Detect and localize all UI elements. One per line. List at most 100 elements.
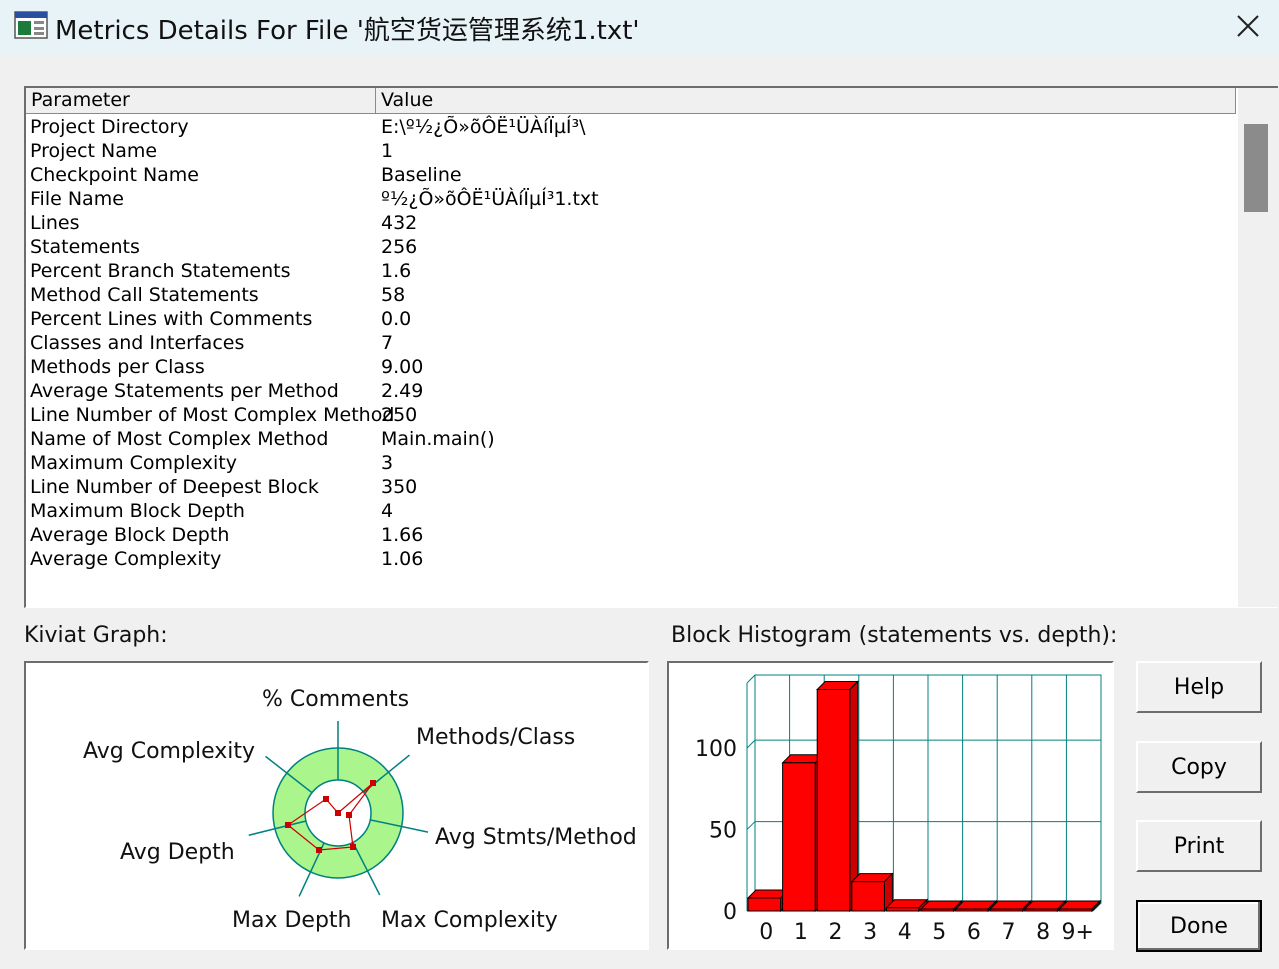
- kiviat-point: [370, 780, 376, 786]
- kiviat-point: [335, 810, 341, 816]
- parameter-cell: Name of Most Complex Method: [30, 428, 329, 450]
- table-row[interactable]: Project Directory E:\º½¿Õ»õÔË¹ÜÀíÏµÍ³\: [26, 115, 1236, 139]
- print-button[interactable]: Print: [1136, 820, 1262, 872]
- parameter-cell: Average Statements per Method: [30, 380, 339, 402]
- kiviat-axis-label: Max Depth: [232, 908, 352, 933]
- histogram-x-tick: 9+: [1061, 920, 1093, 945]
- table-rows: Project Directory E:\º½¿Õ»õÔË¹ÜÀíÏµÍ³\ Pro…: [26, 115, 1236, 571]
- value-cell: 58: [381, 284, 406, 306]
- table-row[interactable]: Line Number of Most Complex Method 250: [26, 403, 1236, 427]
- parameter-cell: Classes and Interfaces: [30, 332, 245, 354]
- histogram-axis-corner: [746, 674, 756, 684]
- value-cell: 1.06: [381, 548, 424, 570]
- histogram-bar: [1024, 908, 1058, 912]
- parameter-cell: Project Name: [30, 140, 158, 162]
- histogram-y-tick: 100: [695, 737, 737, 762]
- histogram-x-tick: 1: [794, 920, 808, 945]
- kiviat-axis-label: Avg Stmts/Method: [435, 825, 637, 850]
- column-header-parameter[interactable]: Parameter: [26, 88, 376, 114]
- kiviat-point: [316, 847, 322, 853]
- histogram-bar: [989, 908, 1024, 912]
- window-title: Metrics Details For File '航空货运管理系统1.txt': [55, 16, 640, 46]
- kiviat-label: Kiviat Graph:: [24, 623, 168, 648]
- table-header: Parameter Value: [26, 88, 1236, 114]
- table-row[interactable]: Average Block Depth 1.66: [26, 523, 1236, 547]
- value-cell: E:\º½¿Õ»õÔË¹ÜÀíÏµÍ³\: [381, 116, 586, 138]
- kiviat-point: [346, 812, 352, 818]
- parameter-cell: Percent Branch Statements: [30, 260, 291, 282]
- table-row[interactable]: Method Call Statements 58: [26, 283, 1236, 307]
- table-row[interactable]: Line Number of Deepest Block 350: [26, 475, 1236, 499]
- histogram-bar: [782, 762, 816, 912]
- parameter-cell: Line Number of Deepest Block: [30, 476, 319, 498]
- histogram-bar: [955, 908, 989, 912]
- vertical-scrollbar[interactable]: [1238, 88, 1278, 607]
- value-cell: 1: [381, 140, 394, 162]
- parameter-cell: Line Number of Most Complex Method: [30, 404, 395, 426]
- parameter-cell: Maximum Complexity: [30, 452, 237, 474]
- value-cell: º½¿Õ»õÔË¹ÜÀíÏµÍ³1.txt: [381, 188, 599, 210]
- histogram-bar: [747, 897, 782, 912]
- value-cell: Baseline: [381, 164, 462, 186]
- kiviat-point: [323, 796, 329, 802]
- kiviat-axis-label: Max Complexity: [381, 908, 558, 933]
- kiviat-chart: % Comments Methods/Class Avg Stmts/Method M…: [83, 687, 637, 933]
- parameter-cell: Statements: [30, 236, 140, 258]
- histogram-x-tick: 6: [967, 920, 981, 945]
- histogram-bar: [816, 689, 851, 912]
- table-row[interactable]: Maximum Complexity 3: [26, 451, 1236, 475]
- table-row[interactable]: Lines 432: [26, 211, 1236, 235]
- histogram-gridline-side: [746, 821, 756, 830]
- parameter-cell: Project Directory: [30, 116, 189, 138]
- histogram-y-tick: 0: [723, 900, 737, 925]
- value-cell: 1.6: [381, 260, 412, 282]
- value-cell: 7: [381, 332, 394, 354]
- close-icon: [1237, 15, 1259, 37]
- parameter-cell: Percent Lines with Comments: [30, 308, 313, 330]
- parameter-cell: Average Complexity: [30, 548, 222, 570]
- block-histogram: 0 1 2 3 4 5 6 7 8 9+ 0 50 100: [667, 661, 1114, 950]
- histogram-x-tick: 3: [863, 920, 877, 945]
- table-row[interactable]: Maximum Block Depth 4: [26, 499, 1236, 523]
- value-cell: 250: [381, 404, 418, 426]
- metrics-table: Parameter Value Project Directory E:\º½¿Õ…: [24, 86, 1278, 608]
- histogram-x-tick: 5: [932, 920, 946, 945]
- table-row[interactable]: Statements 256: [26, 235, 1236, 259]
- parameter-cell: Maximum Block Depth: [30, 500, 245, 522]
- histogram-x-tick: 2: [829, 920, 843, 945]
- help-button[interactable]: Help: [1136, 661, 1262, 713]
- kiviat-point: [350, 844, 356, 850]
- histogram-gridline-side: [746, 739, 756, 749]
- table-row[interactable]: Methods per Class 9.00: [26, 355, 1236, 379]
- table-row[interactable]: Average Statements per Method 2.49: [26, 379, 1236, 403]
- histogram-label: Block Histogram (statements vs. depth):: [671, 623, 1118, 648]
- parameter-cell: Method Call Statements: [30, 284, 259, 306]
- done-button[interactable]: Done: [1136, 900, 1262, 952]
- close-button[interactable]: [1222, 0, 1274, 52]
- value-cell: 4: [381, 500, 394, 522]
- column-header-value[interactable]: Value: [376, 88, 1236, 114]
- copy-button[interactable]: Copy: [1136, 741, 1262, 793]
- value-cell: 3: [381, 452, 394, 474]
- value-cell: 9.00: [381, 356, 424, 378]
- scrollbar-thumb[interactable]: [1244, 124, 1268, 212]
- table-row[interactable]: Project Name 1: [26, 139, 1236, 163]
- histogram-y-tick: 50: [709, 819, 737, 844]
- parameter-cell: Lines: [30, 212, 80, 234]
- histogram-bar: [885, 907, 920, 912]
- table-row[interactable]: Percent Lines with Comments 0.0: [26, 307, 1236, 331]
- histogram-x-tick: 4: [898, 920, 912, 945]
- parameter-cell: Checkpoint Name: [30, 164, 199, 186]
- histogram-chart: 0 1 2 3 4 5 6 7 8 9+050100: [695, 674, 1102, 945]
- table-row[interactable]: File Name º½¿Õ»õÔË¹ÜÀíÏµÍ³1.txt: [26, 187, 1236, 211]
- table-row[interactable]: Name of Most Complex Method Main.main(): [26, 427, 1236, 451]
- histogram-bar: [851, 881, 885, 912]
- table-row[interactable]: Percent Branch Statements 1.6: [26, 259, 1236, 283]
- title-bar: Metrics Details For File '航空货运管理系统1.txt': [0, 0, 1279, 56]
- kiviat-axis-label: Avg Depth: [120, 840, 235, 865]
- kiviat-point: [285, 822, 291, 828]
- table-row[interactable]: Checkpoint Name Baseline: [26, 163, 1236, 187]
- table-row[interactable]: Average Complexity 1.06: [26, 547, 1236, 571]
- table-row[interactable]: Classes and Interfaces 7: [26, 331, 1236, 355]
- kiviat-graph: % Comments Methods/Class Avg Stmts/Method M…: [24, 661, 649, 950]
